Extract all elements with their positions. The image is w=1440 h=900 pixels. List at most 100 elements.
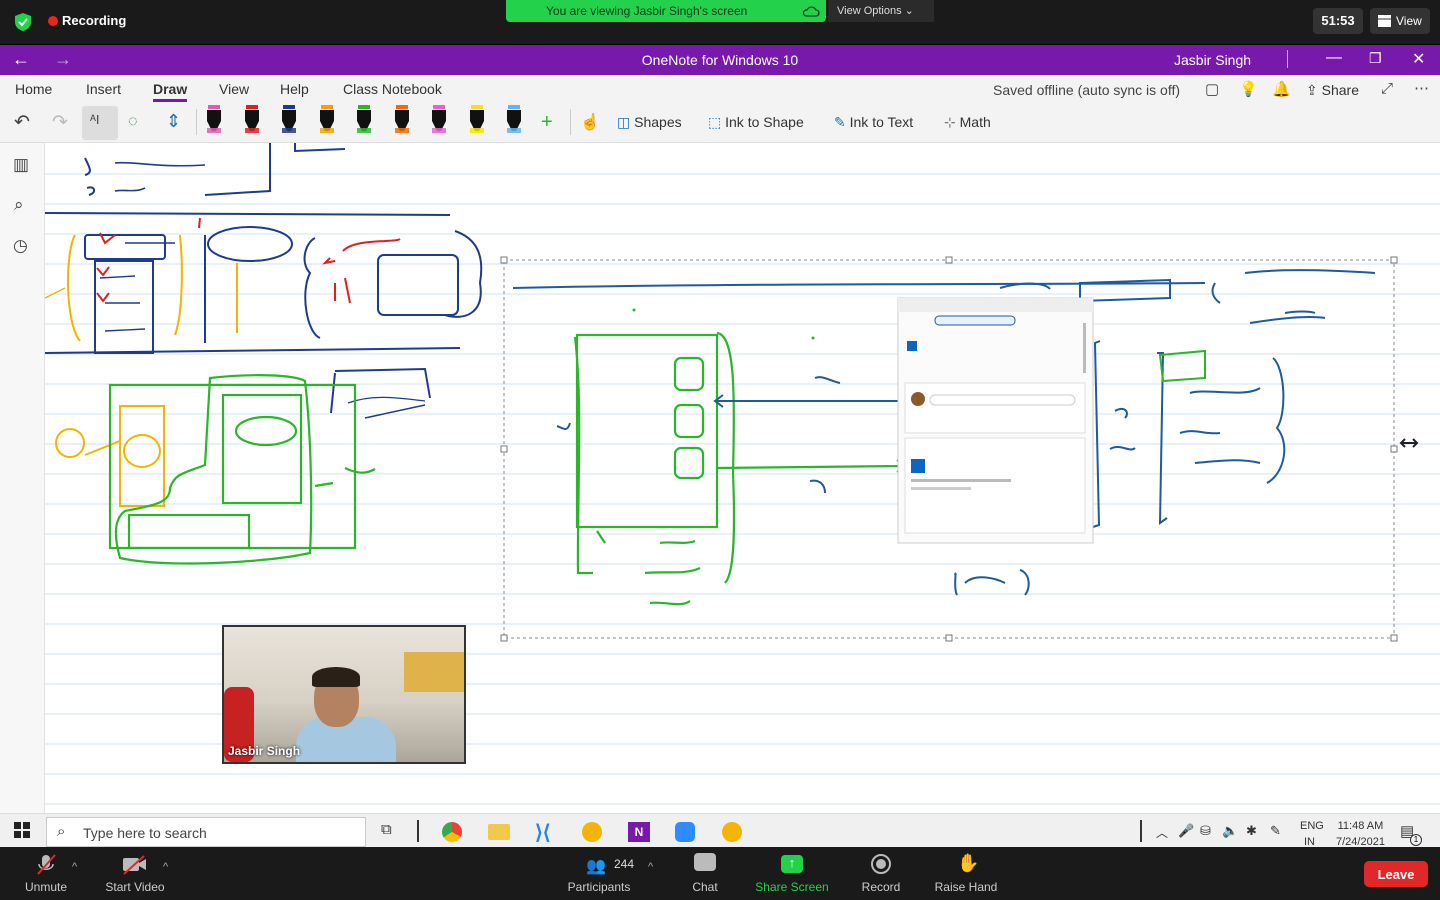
participant-video[interactable]: Jasbir Singh: [222, 625, 466, 764]
video-options-chevron-icon[interactable]: ^: [163, 861, 168, 873]
chat-button[interactable]: Chat: [680, 847, 730, 900]
tray-chevron-up-icon[interactable]: ︿: [1156, 824, 1168, 841]
participants-chevron-icon[interactable]: ^: [648, 861, 653, 873]
pen-7-icon[interactable]: [429, 105, 449, 135]
windows-taskbar: ⌕ Type here to search ⧉ ⟩⟨ N ︿ 🎤 ⛁ 🔈 ✱ ✎…: [0, 813, 1440, 848]
chat-label: Chat: [692, 880, 718, 894]
leave-button[interactable]: Leave: [1364, 861, 1428, 887]
math-label: Math: [959, 114, 991, 130]
restore-icon[interactable]: ❐: [1369, 50, 1382, 67]
notebooks-icon[interactable]: ▥: [13, 155, 29, 175]
search-icon[interactable]: ⌕: [14, 195, 24, 215]
security-shield-icon[interactable]: [12, 11, 34, 33]
add-pen-icon[interactable]: +: [541, 111, 553, 134]
task-view-icon[interactable]: ⧉: [381, 821, 392, 838]
pen-3-icon[interactable]: [279, 105, 299, 135]
ink-to-text-icon: ✎: [834, 114, 846, 130]
divider: [570, 109, 571, 135]
undo-icon[interactable]: ↶: [14, 111, 30, 134]
lasso-select-icon[interactable]: ◌: [128, 113, 138, 131]
tab-view[interactable]: View: [219, 81, 249, 97]
video-off-icon: [123, 855, 146, 875]
search-icon: ⌕: [57, 823, 66, 840]
pen-2-icon[interactable]: [242, 105, 262, 135]
grid-view-icon: [1378, 15, 1391, 27]
start-video-label: Start Video: [105, 880, 165, 894]
onenote-taskbar-icon[interactable]: N: [628, 822, 650, 842]
chrome-icon[interactable]: [442, 822, 462, 842]
touch-draw-icon[interactable]: ☝: [580, 112, 600, 132]
language-indicator[interactable]: ENG IN: [1300, 820, 1324, 848]
expand-icon[interactable]: ⤢: [1381, 80, 1393, 97]
pen-6-icon[interactable]: [392, 105, 412, 135]
add-space-icon[interactable]: ⇕: [166, 111, 181, 132]
ink-to-shape-button[interactable]: ⬚ Ink to Shape: [708, 114, 804, 131]
chrome-canary-icon-2[interactable]: [722, 822, 742, 842]
notification-badge: 1: [1410, 834, 1422, 846]
file-explorer-icon[interactable]: [488, 824, 510, 840]
pen-9-icon[interactable]: [504, 105, 524, 135]
clock[interactable]: 11:48 AM 7/24/2021: [1336, 820, 1385, 848]
redo-icon[interactable]: ↷: [52, 111, 68, 134]
unmute-button[interactable]: Unmute: [18, 847, 74, 900]
muted-microphone-icon: [37, 854, 56, 875]
divider: [1140, 820, 1142, 842]
minimize-icon[interactable]: —: [1326, 49, 1342, 67]
tab-draw[interactable]: Draw: [153, 81, 188, 102]
type-select-button[interactable]: ᴬI: [82, 106, 118, 140]
zoom-taskbar-icon[interactable]: [675, 822, 695, 842]
recording-dot-icon: [48, 16, 58, 26]
recording-label: Recording: [62, 13, 127, 28]
math-button[interactable]: ⊹ Math: [944, 114, 991, 131]
bell-icon[interactable]: 🔔: [1272, 80, 1291, 98]
tab-home[interactable]: Home: [15, 81, 52, 97]
share-screen-button[interactable]: ↑ Share Screen: [750, 847, 834, 900]
chrome-canary-icon[interactable]: [582, 822, 602, 842]
person-hair: [312, 667, 360, 687]
pen-workspace-icon[interactable]: ✎: [1270, 823, 1281, 839]
start-video-button[interactable]: Start Video: [100, 847, 170, 900]
tab-help[interactable]: Help: [280, 81, 309, 97]
pen-5-icon[interactable]: [354, 105, 374, 135]
pen-4-icon[interactable]: [317, 105, 337, 135]
bluetooth-icon[interactable]: ✱: [1246, 823, 1257, 839]
signed-in-user[interactable]: Jasbir Singh: [1174, 52, 1251, 68]
recent-clock-icon[interactable]: ◷: [13, 236, 28, 256]
shapes-button[interactable]: ◫ Shapes: [617, 114, 682, 131]
lightbulb-icon[interactable]: 💡: [1239, 80, 1258, 98]
more-options-icon[interactable]: ⋯: [1414, 79, 1429, 97]
participants-button[interactable]: 👥 244 Participants: [560, 847, 640, 900]
microphone-icon[interactable]: 🎤: [1178, 823, 1194, 839]
vscode-icon[interactable]: ⟩⟨: [535, 820, 551, 845]
participant-name: Jasbir Singh: [228, 744, 301, 758]
record-button[interactable]: Record: [855, 847, 907, 900]
windows-start-icon[interactable]: [14, 822, 30, 838]
audio-options-chevron-icon[interactable]: ^: [72, 861, 77, 873]
language-code: ENG: [1300, 820, 1324, 832]
record-label: Record: [861, 880, 901, 894]
close-icon[interactable]: ✕: [1412, 49, 1425, 69]
tab-insert[interactable]: Insert: [86, 81, 121, 97]
volume-icon[interactable]: 🔈: [1222, 823, 1238, 839]
view-button[interactable]: View: [1370, 8, 1430, 34]
raise-hand-button[interactable]: ✋ Raise Hand: [930, 847, 1002, 900]
notebook-icon[interactable]: ▢: [1205, 80, 1219, 98]
chat-icon: [694, 853, 716, 871]
tab-class-notebook[interactable]: Class Notebook: [343, 81, 442, 97]
sync-status: Saved offline (auto sync is off): [993, 82, 1181, 98]
text-cursor-icon: ᴬI: [90, 112, 100, 127]
pen-8-icon[interactable]: [467, 105, 487, 135]
meeting-timer: 51:53: [1313, 8, 1363, 34]
divider: [417, 820, 419, 842]
share-button[interactable]: ⇪ Share: [1306, 82, 1359, 99]
shapes-icon: ◫: [617, 114, 631, 130]
unmute-label: Unmute: [24, 880, 68, 894]
network-icon[interactable]: ⛁: [1200, 823, 1211, 839]
view-options-button[interactable]: View Options ⌄: [828, 0, 934, 22]
ink-to-text-button[interactable]: ✎ Ink to Text: [834, 114, 913, 131]
pen-1-icon[interactable]: [204, 105, 224, 135]
math-icon: ⊹: [944, 114, 956, 130]
navigation-rail: ▥ ⌕ ◷: [0, 143, 45, 813]
taskbar-search-input[interactable]: ⌕ Type here to search: [46, 817, 366, 847]
shapes-label: Shapes: [634, 114, 682, 130]
